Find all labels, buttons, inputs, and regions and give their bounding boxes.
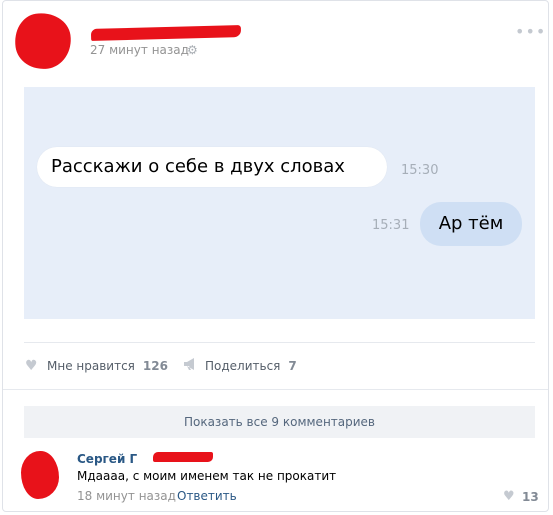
heart-icon: ♥ — [25, 358, 38, 374]
like-button[interactable]: ♥ Мне нравится 126 — [25, 357, 168, 375]
divider — [24, 342, 535, 343]
avatar[interactable] — [11, 9, 75, 73]
author-name-redacted[interactable] — [90, 25, 242, 41]
commenter-name-redacted — [153, 452, 213, 462]
post-timestamp[interactable]: 27 минут назад — [90, 43, 189, 57]
share-button[interactable]: Поделиться 7 — [183, 357, 297, 375]
outgoing-message-bubble: Ар тём — [420, 202, 522, 246]
reply-link[interactable]: Ответить — [177, 489, 237, 503]
commenter-name[interactable]: Сергей Г — [77, 452, 137, 466]
post-card: 27 минут назад ⚙ ••• Расскажи о себе в д… — [2, 0, 549, 512]
incoming-message-bubble: Расскажи о себе в двух словах — [37, 147, 387, 187]
share-count: 7 — [288, 359, 297, 373]
outgoing-message-time: 15:31 — [372, 218, 410, 233]
comment-like-count: 13 — [522, 489, 539, 504]
more-dots-icon[interactable]: ••• — [515, 24, 545, 40]
comment-timestamp[interactable]: 18 минут назад — [77, 489, 176, 503]
heart-icon: ♥ — [503, 489, 515, 504]
incoming-message-time: 15:30 — [401, 163, 439, 178]
commenter-avatar[interactable] — [21, 451, 59, 499]
megaphone-icon — [183, 357, 201, 375]
like-label: Мне нравится — [47, 359, 135, 373]
show-all-comments-button[interactable]: Показать все 9 комментариев — [24, 406, 535, 438]
gear-icon: ⚙ — [187, 43, 198, 57]
comment-text: Мдаааа, с моим именем так не прокатит — [77, 469, 337, 483]
divider — [3, 389, 548, 390]
comment-like-button[interactable]: ♥ 13 — [503, 489, 539, 504]
like-count: 126 — [142, 359, 168, 373]
share-label: Поделиться — [205, 359, 281, 373]
